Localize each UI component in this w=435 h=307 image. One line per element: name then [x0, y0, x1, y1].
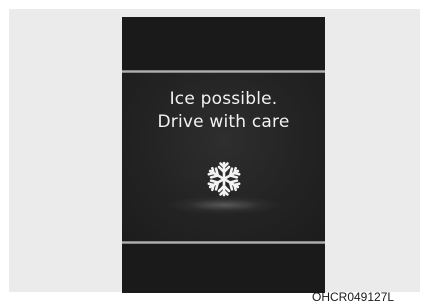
warning-message-line-1: Ice possible.: [169, 89, 278, 109]
snowflake-icon: [206, 161, 242, 197]
display-divider-bottom: [122, 241, 325, 244]
warning-message-panel: Ice possible. Drive with care: [122, 73, 325, 241]
instrument-cluster-display: Ice possible. Drive with care: [122, 17, 325, 293]
figure-code: OHCR049127L: [312, 290, 395, 304]
warning-message-line-2: Drive with care: [157, 112, 290, 132]
